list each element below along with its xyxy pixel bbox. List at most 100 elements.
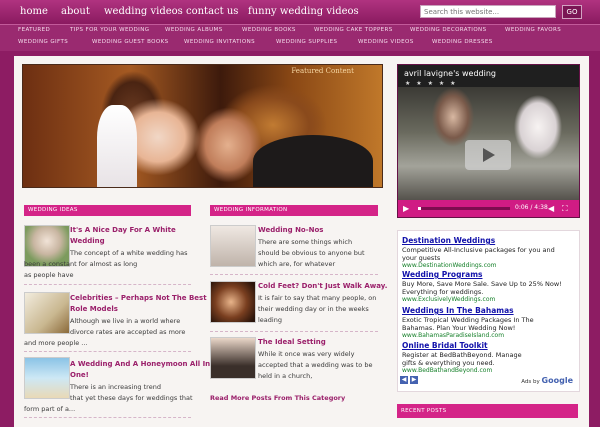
category-supplies[interactable]: WEDDING SUPPLIES bbox=[276, 39, 337, 45]
nav-contact-us[interactable]: contact us bbox=[186, 5, 238, 19]
post-excerpt: which are, for whatever bbox=[258, 260, 336, 268]
category-invitations[interactable]: WEDDING INVITATIONS bbox=[184, 39, 255, 45]
video-header: avril lavigne's wedding ★ ★ ★ ★ ★ bbox=[398, 65, 579, 87]
post-excerpt: been a constant for almost as long bbox=[24, 260, 138, 268]
ad-text: Register at BedBathBeyond. Manage bbox=[402, 351, 522, 359]
category-decorations[interactable]: WEDDING DECORATIONS bbox=[410, 27, 486, 33]
category-gifts[interactable]: WEDDING GIFTS bbox=[18, 39, 68, 45]
post-thumbnail[interactable] bbox=[210, 281, 256, 323]
featured-image-tux bbox=[253, 135, 373, 187]
ads-brand: Google bbox=[541, 376, 573, 385]
top-nav-bar: home about wedding videos contact us fun… bbox=[0, 0, 600, 24]
post-thumbnail[interactable] bbox=[210, 337, 256, 379]
ads-by-label: Ads by bbox=[521, 379, 540, 385]
nav-funny-wedding-videos[interactable]: funny wedding videos bbox=[248, 5, 359, 19]
ad-text: Bahamas. Plan Your Wedding Now! bbox=[402, 324, 516, 332]
post-excerpt: Although we live in a world where bbox=[70, 317, 181, 325]
divider bbox=[24, 417, 191, 418]
video-title[interactable]: avril lavigne's wedding bbox=[404, 69, 496, 78]
featured-slideshow[interactable]: Featured Content bbox=[22, 64, 383, 188]
video-progress-track[interactable] bbox=[418, 207, 510, 210]
post-excerpt: form part of a... bbox=[24, 405, 76, 413]
ad-text: Competitive All-Inclusive packages for y… bbox=[402, 246, 555, 254]
ad-title[interactable]: Wedding Programs bbox=[402, 270, 482, 279]
ad-next-icon[interactable]: ▶ bbox=[410, 376, 418, 384]
video-controls: ▶ 0:06 / 4:38 ◀ ⛶ bbox=[398, 200, 579, 217]
ad-title[interactable]: Destination Weddings bbox=[402, 236, 495, 245]
post-excerpt: and more people ... bbox=[24, 339, 88, 347]
search-input[interactable] bbox=[420, 5, 556, 18]
ads-box: Destination Weddings Competitive All-Inc… bbox=[397, 230, 580, 392]
ad-text: Exotic Tropical Wedding Packages In The bbox=[402, 316, 534, 324]
category-favors[interactable]: WEDDING FAVORS bbox=[505, 27, 561, 33]
post-excerpt: their wedding day or in the weeks bbox=[258, 305, 369, 313]
search-go-button[interactable]: GO bbox=[562, 5, 582, 19]
post-title[interactable]: The Ideal Setting bbox=[258, 338, 326, 346]
ad-text: Buy More, Save More Sale. Save Up to 25%… bbox=[402, 280, 562, 288]
featured-label: Featured Content bbox=[291, 67, 354, 75]
ad-text: gifts & everything you need. bbox=[402, 359, 495, 367]
featured-image-veil bbox=[97, 105, 137, 187]
post-thumbnail[interactable] bbox=[24, 292, 70, 334]
divider bbox=[24, 351, 191, 352]
category-featured[interactable]: FEATURED bbox=[18, 27, 50, 33]
nav-wedding-videos[interactable]: wedding videos bbox=[104, 5, 183, 19]
ad-text: Everything for weddings. bbox=[402, 288, 484, 296]
ad-prev-icon[interactable]: ◀ bbox=[400, 376, 408, 384]
video-rating-stars: ★ ★ ★ ★ ★ bbox=[405, 80, 458, 87]
read-more-link[interactable]: Read More Posts From This Category bbox=[210, 394, 345, 402]
ad-title[interactable]: Online Bridal Toolkit bbox=[402, 341, 488, 350]
ad-url[interactable]: www.BedBathandBeyond.com bbox=[402, 367, 492, 374]
ad-text: your guests bbox=[402, 254, 441, 262]
category-bar: FEATURED TIPS FOR YOUR WEDDING WEDDING A… bbox=[0, 24, 600, 51]
post-excerpt: accepted that a wedding was to be bbox=[258, 361, 373, 369]
ad-title[interactable]: Weddings In The Bahamas bbox=[402, 306, 514, 315]
divider bbox=[24, 284, 191, 285]
post-excerpt: It is fair to say that many people, on bbox=[258, 294, 377, 302]
category-dresses[interactable]: WEDDING DRESSES bbox=[432, 39, 493, 45]
recent-posts-heading: RECENT POSTS bbox=[397, 404, 578, 418]
post-excerpt: There is an increasing trend bbox=[70, 383, 161, 391]
post-excerpt: The concept of a white wedding has bbox=[70, 249, 188, 257]
category-tips[interactable]: TIPS FOR YOUR WEDDING bbox=[70, 27, 149, 33]
category-albums[interactable]: WEDDING ALBUMS bbox=[165, 27, 223, 33]
post-title[interactable]: Wedding No-Nos bbox=[258, 226, 323, 234]
ad-url[interactable]: www.BahamasParadiseIsland.com bbox=[402, 332, 504, 339]
category-guest-books[interactable]: WEDDING GUEST BOOKS bbox=[92, 39, 169, 45]
post-thumbnail[interactable] bbox=[24, 357, 70, 399]
post-thumbnail[interactable] bbox=[210, 225, 256, 267]
video-player[interactable]: avril lavigne's wedding ★ ★ ★ ★ ★ ▶ 0:06… bbox=[397, 64, 580, 218]
fullscreen-icon[interactable]: ⛶ bbox=[562, 204, 568, 213]
post-excerpt: divorce rates are accepted as more bbox=[70, 328, 186, 336]
ad-url[interactable]: www.ExclusivelyWeddings.com bbox=[402, 296, 495, 303]
post-title-cont[interactable]: One! bbox=[70, 371, 89, 379]
post-excerpt: leading bbox=[258, 316, 282, 324]
divider bbox=[210, 274, 378, 275]
post-excerpt: that yet these days for weddings that bbox=[70, 394, 193, 402]
post-title-cont[interactable]: Role Models bbox=[70, 305, 118, 313]
category-videos[interactable]: WEDDING VIDEOS bbox=[358, 39, 414, 45]
divider bbox=[210, 331, 378, 332]
wedding-ideas-heading: WEDDING IDEAS bbox=[24, 205, 191, 216]
post-title[interactable]: Celebrities – Perhaps Not The Best bbox=[70, 294, 207, 302]
nav-about[interactable]: about bbox=[61, 5, 90, 19]
post-title[interactable]: Cold Feet? Don't Just Walk Away. bbox=[258, 282, 387, 290]
video-time: 0:06 / 4:38 bbox=[515, 204, 548, 211]
post-title-cont[interactable]: Wedding bbox=[70, 237, 105, 245]
post-excerpt: as people have bbox=[24, 271, 74, 279]
ads-by-google[interactable]: Ads by Google bbox=[521, 376, 573, 385]
post-title[interactable]: It's A Nice Day For A White bbox=[70, 226, 176, 234]
ad-url[interactable]: www.DestinationWeddings.com bbox=[402, 262, 497, 269]
post-excerpt: There are some things which bbox=[258, 238, 353, 246]
volume-icon[interactable]: ◀ bbox=[548, 204, 554, 213]
play-icon[interactable] bbox=[465, 140, 511, 170]
post-excerpt: held in a church, bbox=[258, 372, 313, 380]
category-books[interactable]: WEDDING BOOKS bbox=[242, 27, 296, 33]
video-progress-fill bbox=[418, 207, 421, 210]
nav-home[interactable]: home bbox=[20, 5, 48, 19]
video-thumbnail[interactable] bbox=[398, 87, 579, 200]
category-cake-toppers[interactable]: WEDDING CAKE TOPPERS bbox=[314, 27, 393, 33]
post-title[interactable]: A Wedding And A Honeymoon All In bbox=[70, 360, 210, 368]
post-excerpt: While it once was very widely bbox=[258, 350, 355, 358]
play-pause-icon[interactable]: ▶ bbox=[403, 204, 409, 213]
